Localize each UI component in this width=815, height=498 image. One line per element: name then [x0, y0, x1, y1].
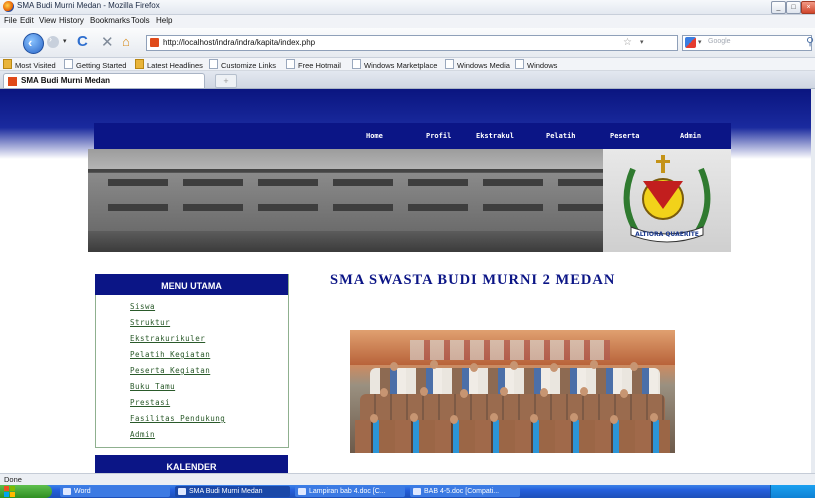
system-tray[interactable]: [770, 485, 815, 498]
search-placeholder[interactable]: Google: [708, 38, 731, 45]
window-title-bar: SMA Budi Murni Medan - Mozilla Firefox _…: [0, 0, 815, 15]
bookmark-star-icon[interactable]: ☆: [623, 37, 632, 48]
status-text: Done: [4, 475, 22, 484]
menu-bar: File Edit View History Bookmarks Tools H…: [0, 15, 815, 28]
menu-link-struktur[interactable]: Struktur: [130, 318, 170, 327]
site-nav-admin[interactable]: Admin: [680, 132, 701, 140]
page-icon: [286, 59, 295, 69]
site-header: Home Profil Ekstrakul Pelatih Peserta Ad…: [94, 123, 731, 149]
windows-logo-icon: [4, 486, 15, 497]
page-icon: [445, 59, 454, 69]
search-box[interactable]: ▾ Google: [682, 35, 812, 51]
firefox-taskbar-icon: [178, 488, 186, 495]
menu-link-prestasi[interactable]: Prestasi: [130, 398, 170, 407]
search-icon[interactable]: ⚲: [806, 35, 814, 48]
word-doc-icon: [298, 488, 306, 495]
forward-button[interactable]: ›: [47, 34, 59, 48]
site-nav-profil[interactable]: Profil: [426, 132, 451, 140]
taskbar-item-word[interactable]: Word: [60, 486, 170, 497]
menu-link-ekstrakurikuler[interactable]: Ekstrakurikuler: [130, 334, 205, 343]
tab-title: SMA Budi Murni Medan: [21, 76, 111, 85]
main-menu-heading: MENU UTAMA: [95, 274, 288, 295]
url-dropdown-icon[interactable]: ▾: [640, 38, 644, 46]
group-photo: [350, 330, 675, 453]
menu-history[interactable]: History: [59, 16, 84, 25]
bookmark-most-visited[interactable]: Most Visited: [3, 59, 56, 70]
tab-strip: SMA Budi Murni Medan +: [0, 71, 815, 89]
folder-icon: [3, 59, 12, 69]
taskbar-item-lampiran[interactable]: Lampiran bab 4.doc [C...: [295, 486, 405, 497]
bookmark-free-hotmail[interactable]: Free Hotmail: [286, 59, 341, 70]
menu-edit[interactable]: Edit: [20, 16, 34, 25]
maximize-button[interactable]: □: [786, 1, 801, 14]
menu-link-admin[interactable]: Admin: [130, 430, 155, 439]
crest-motto: ALTIORA QUAERITE: [635, 231, 699, 238]
search-engine-dropdown-icon[interactable]: ▾: [698, 38, 702, 46]
status-bar: Done: [0, 473, 815, 485]
stop-icon[interactable]: ✕: [101, 33, 114, 51]
menu-link-buku-tamu[interactable]: Buku Tamu: [130, 382, 175, 391]
taskbar-item-bab45[interactable]: BAB 4-5.doc [Compati...: [410, 486, 520, 497]
window-title: SMA Budi Murni Medan - Mozilla Firefox: [17, 1, 160, 10]
menu-tools[interactable]: Tools: [131, 16, 150, 25]
tab-sma-budi-murni[interactable]: SMA Budi Murni Medan: [3, 73, 205, 88]
page-icon: [352, 59, 361, 69]
school-crest-logo: ALTIORA QUAERITE: [603, 149, 731, 252]
forward-arrow-icon: ›: [49, 34, 52, 44]
bookmark-latest-headlines[interactable]: Latest Headlines: [135, 59, 203, 70]
taskbar-item-firefox[interactable]: SMA Budi Murni Medan: [175, 486, 290, 497]
bookmarks-toolbar: Most Visited Getting Started Latest Head…: [0, 58, 815, 71]
word-doc-icon: [413, 488, 421, 495]
back-button[interactable]: ‹: [23, 33, 44, 54]
tab-favicon-icon: [8, 77, 17, 86]
menu-link-fasilitas-pendukung[interactable]: Fasilitas Pendukung: [130, 414, 225, 423]
address-bar[interactable]: http://localhost/indra/indra/kapita/inde…: [146, 35, 678, 51]
bookmark-windows[interactable]: Windows: [515, 59, 557, 70]
site-nav-pelatih[interactable]: Pelatih: [546, 132, 576, 140]
firefox-icon: [3, 1, 14, 12]
new-tab-button[interactable]: +: [215, 74, 237, 88]
url-text[interactable]: http://localhost/indra/indra/kapita/inde…: [163, 38, 315, 47]
menu-view[interactable]: View: [39, 16, 56, 25]
menu-bookmarks[interactable]: Bookmarks: [90, 16, 130, 25]
bookmark-windows-media[interactable]: Windows Media: [445, 59, 510, 70]
word-icon: [63, 488, 71, 495]
menu-link-peserta-kegiatan[interactable]: Peserta Kegiatan: [130, 366, 210, 375]
site-nav-peserta[interactable]: Peserta: [610, 132, 640, 140]
bookmark-customize-links[interactable]: Customize Links: [209, 59, 276, 70]
calendar-heading: KALENDER: [95, 455, 288, 473]
site-nav-ekstrakul[interactable]: Ekstrakul: [476, 132, 514, 140]
menu-file[interactable]: File: [4, 16, 17, 25]
menu-help[interactable]: Help: [156, 16, 172, 25]
back-arrow-icon: ‹: [28, 35, 33, 50]
site-favicon-icon: [150, 38, 159, 47]
bookmark-windows-marketplace[interactable]: Windows Marketplace: [352, 59, 437, 70]
page-icon: [64, 59, 73, 69]
start-button[interactable]: [0, 485, 52, 498]
page-content: Home Profil Ekstrakul Pelatih Peserta Ad…: [0, 89, 812, 473]
menu-link-siswa[interactable]: Siswa: [130, 302, 155, 311]
home-icon[interactable]: ⌂: [122, 34, 130, 49]
page-icon: [515, 59, 524, 69]
reload-icon[interactable]: C: [77, 33, 88, 50]
minimize-button[interactable]: _: [771, 1, 786, 14]
vertical-scrollbar[interactable]: [811, 89, 815, 473]
menu-link-pelatih-kegiatan[interactable]: Pelatih Kegiatan: [130, 350, 210, 359]
page-icon: [209, 59, 218, 69]
site-nav-home[interactable]: Home: [366, 132, 383, 140]
school-title: SMA SWASTA BUDI MURNI 2 MEDAN: [330, 272, 616, 288]
bookmark-getting-started[interactable]: Getting Started: [64, 59, 126, 70]
navigation-toolbar: ‹ › ▾ C ✕ ⌂ http://localhost/indra/indra…: [0, 28, 815, 58]
folder-icon: [135, 59, 144, 69]
close-button[interactable]: ×: [801, 1, 815, 14]
windows-taskbar: Word SMA Budi Murni Medan Lampiran bab 4…: [0, 485, 815, 498]
search-engine-icon[interactable]: [685, 37, 696, 48]
history-dropdown-icon[interactable]: ▾: [63, 37, 67, 45]
